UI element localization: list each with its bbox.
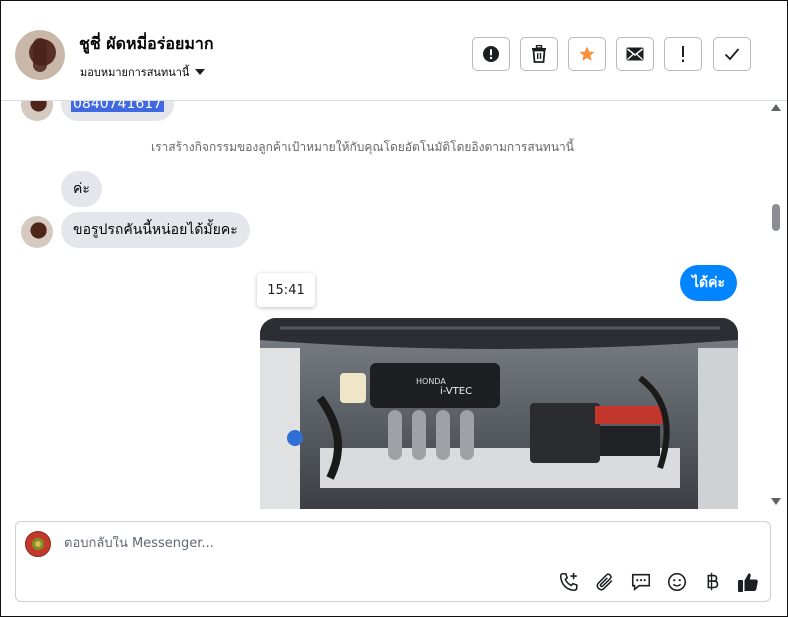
mark-spam-button[interactable]: [472, 37, 510, 71]
star-icon: [579, 46, 595, 61]
baht-icon: [707, 572, 719, 591]
like-button[interactable]: [736, 570, 760, 594]
thumbs-up-icon: [738, 573, 758, 592]
contact-name[interactable]: ชูชี่ ผัดหมี่อร่อยมาก: [79, 32, 214, 57]
star-button[interactable]: [568, 37, 606, 71]
contact-avatar[interactable]: [15, 30, 65, 80]
message-timestamp-tooltip: 15:41: [257, 273, 315, 307]
caret-down-icon: [195, 69, 206, 75]
emoji-button[interactable]: [665, 570, 689, 594]
phone-number-text: 0840741617: [71, 101, 165, 112]
paperclip-icon: [596, 573, 613, 591]
chat-bubble-icon: [631, 573, 651, 591]
mark-done-button[interactable]: [713, 37, 751, 71]
assign-label: มอบหมายการสนทนานี้: [80, 66, 190, 79]
scroll-up-arrow[interactable]: [771, 104, 781, 111]
conversation-header: ชูชี่ ผัดหมี่อร่อยมาก มอบหมายการสนทนานี้: [1, 1, 787, 101]
scrollbar-thumb[interactable]: [772, 204, 780, 231]
sender-avatar: [21, 101, 53, 121]
call-add-icon: [559, 572, 578, 592]
scroll-down-arrow[interactable]: [771, 498, 781, 505]
sender-avatar: [21, 216, 53, 248]
engine-badge-text: i-VTEC: [440, 386, 472, 397]
reply-input[interactable]: [64, 536, 744, 551]
reply-composer: [15, 521, 771, 602]
exclamation-icon: [682, 46, 684, 62]
alert-circle-icon: [483, 46, 499, 62]
envelope-icon: [626, 47, 644, 61]
system-message: เราสร้างกิจกรรมของลูกค้าเป้าหมายให้กับคุ…: [151, 140, 574, 154]
call-add-button[interactable]: [557, 570, 581, 594]
smiley-icon: [667, 572, 687, 592]
follow-up-button[interactable]: [664, 37, 702, 71]
photo-attachment[interactable]: HONDA i-VTEC: [260, 318, 738, 509]
checkmark-icon: [724, 48, 740, 61]
page-avatar: [25, 531, 51, 557]
message-thread[interactable]: 0840741617 เราสร้างกิจกรรมของลูกค้าเป้าห…: [1, 101, 769, 509]
assign-conversation-dropdown[interactable]: มอบหมายการสนทนานี้: [80, 63, 206, 81]
mark-unread-button[interactable]: [616, 37, 654, 71]
message-bubble-outgoing[interactable]: ได้ค่ะ: [680, 265, 738, 301]
message-bubble-incoming[interactable]: ขอรูปรถคันนี้หน่อยได้มั้ยคะ: [61, 212, 250, 248]
payment-button[interactable]: [700, 570, 724, 594]
attach-button[interactable]: [593, 570, 617, 594]
engine-bay-photo: HONDA i-VTEC: [260, 318, 738, 509]
trash-icon: [532, 45, 546, 63]
saved-replies-button[interactable]: [629, 570, 653, 594]
message-bubble-incoming[interactable]: ค่ะ: [61, 171, 102, 207]
message-bubble-phone[interactable]: 0840741617: [61, 101, 175, 121]
engine-brand-text: HONDA: [416, 377, 446, 386]
delete-button[interactable]: [520, 37, 558, 71]
